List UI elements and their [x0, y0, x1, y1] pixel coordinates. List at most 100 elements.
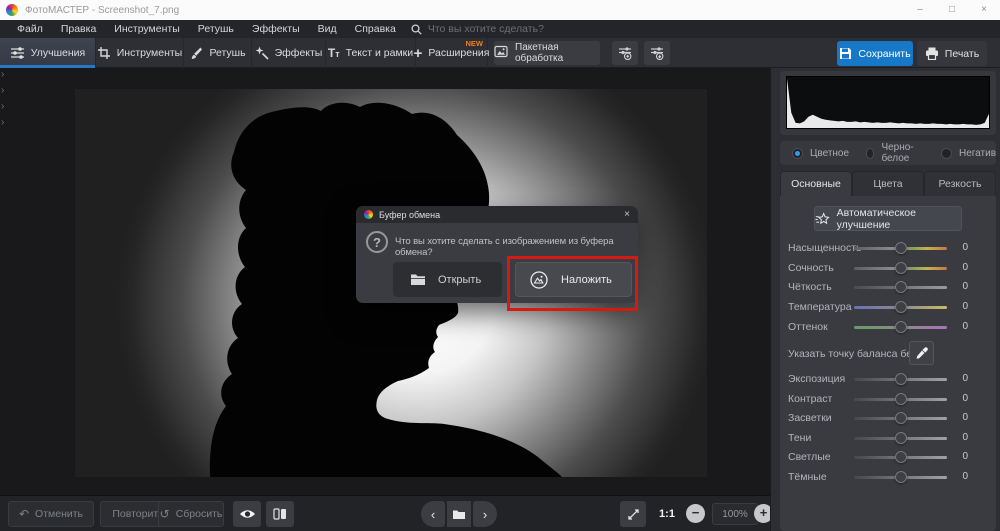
slider-knob[interactable] [895, 242, 907, 254]
toolbar: УлучшенияИнструменты Ретушь ЭффектыTтТекст… [0, 38, 1000, 68]
slider-track[interactable] [854, 306, 947, 309]
slider-value: 0 [962, 412, 968, 423]
menu-item-Инструменты[interactable]: Инструменты [105, 20, 188, 38]
slider-knob[interactable] [895, 471, 907, 483]
menu-item-Эффекты[interactable]: Эффекты [243, 20, 309, 38]
open-folder-button[interactable] [447, 501, 471, 527]
print-label: Печать [945, 48, 979, 60]
tab-Эффекты[interactable]: Эффекты [252, 38, 326, 68]
batch-processing-button[interactable]: Пакетная обработка [494, 41, 600, 65]
zoom-1to1-button[interactable]: 1:1 [652, 501, 682, 527]
slider-knob[interactable] [895, 321, 907, 333]
slider-track[interactable] [854, 456, 947, 459]
search-icon [411, 24, 422, 35]
slider-track[interactable] [854, 247, 947, 250]
slider-knob[interactable] [895, 412, 907, 424]
tab-Расширения[interactable]: +РасширенияNEW [416, 38, 488, 68]
menu-search[interactable]: Что вы хотите сделать? [411, 23, 544, 35]
open-folder-icon [410, 273, 426, 286]
mode-label: Черно-белое [881, 142, 924, 164]
slider-track[interactable] [854, 378, 947, 381]
prev-photo-button[interactable]: ‹ [421, 501, 445, 527]
slider-knob[interactable] [895, 373, 907, 385]
slider-knob[interactable] [895, 281, 907, 293]
auto-enhance-label: Автоматическое улучшение [837, 207, 961, 231]
slider-Светлые: Светлые0 [780, 447, 996, 467]
show-original-button[interactable] [233, 501, 261, 527]
add-preset-button[interactable] [612, 41, 638, 65]
tab-Инструменты[interactable]: Инструменты [96, 38, 184, 68]
left-chevron-1: › [1, 86, 4, 96]
radio-dot-icon [866, 148, 874, 159]
slider-knob[interactable] [895, 301, 907, 313]
slider-track[interactable] [854, 417, 947, 420]
next-photo-button[interactable]: › [473, 501, 497, 527]
slider-track[interactable] [854, 267, 947, 270]
slider-label: Контраст [788, 393, 832, 405]
slider-value: 0 [962, 451, 968, 462]
menu-item-Правка[interactable]: Правка [52, 20, 105, 38]
menu-item-Справка[interactable]: Справка [346, 20, 405, 38]
window-title: ФотоМАСТЕР - Screenshot_7.png [25, 5, 179, 16]
new-badge: NEW [466, 39, 484, 48]
dialog-message: Что вы хотите сделать с изображением из … [395, 236, 633, 258]
menu-item-Вид[interactable]: Вид [309, 20, 346, 38]
redo-label: Повторить [112, 508, 163, 520]
slider-Засветки: Засветки0 [780, 408, 996, 428]
slider-track[interactable] [854, 326, 947, 329]
slider-value: 0 [962, 301, 968, 312]
left-chevron-0: › [1, 70, 4, 80]
undo-button[interactable]: ↶ Отменить [8, 501, 94, 527]
dialog-open-button[interactable]: Открыть [393, 262, 502, 297]
tab-label: Ретушь [209, 47, 245, 59]
reset-button[interactable]: ↺ Сбросить [158, 501, 224, 527]
slider-track[interactable] [854, 286, 947, 289]
tab-Улучшения[interactable]: Улучшения [0, 38, 96, 68]
slider-knob[interactable] [895, 432, 907, 444]
close-button[interactable]: × [968, 0, 1000, 20]
left-panel-chevrons[interactable]: ›››› [1, 70, 4, 128]
slider-label: Сочность [788, 262, 834, 274]
zoom-ratio-label: 1:1 [659, 508, 675, 520]
panel-tab-Цвета[interactable]: Цвета [852, 171, 924, 196]
wand-icon [255, 46, 269, 60]
batch-image-icon [494, 45, 508, 61]
slider-track[interactable] [854, 476, 947, 479]
menu-item-Ретушь[interactable]: Ретушь [189, 20, 243, 38]
dialog-titlebar: Буфер обмена × [356, 206, 638, 223]
search-placeholder: Что вы хотите сделать? [428, 23, 544, 35]
dialog-open-label: Открыть [438, 274, 481, 286]
slider-Сочность: Сочность0 [780, 258, 996, 278]
mode-radio-Черно-белое[interactable]: Черно-белое [866, 142, 924, 164]
slider-knob[interactable] [895, 451, 907, 463]
mode-label: Цветное [810, 148, 849, 159]
mode-radio-Негатив[interactable]: Негатив [941, 148, 996, 159]
fit-to-screen-button[interactable] [620, 501, 646, 527]
save-button[interactable]: Сохранить [837, 41, 913, 66]
white-balance-eyedropper-button[interactable] [909, 341, 934, 365]
panel-tab-Основные[interactable]: Основные [780, 171, 852, 196]
undo-icon: ↶ [19, 507, 29, 521]
slider-value: 0 [962, 471, 968, 482]
menu-item-Файл[interactable]: Файл [8, 20, 52, 38]
mode-radio-Цветное[interactable]: Цветное [792, 148, 849, 159]
panel-tab-Резкость[interactable]: Резкость [924, 171, 996, 196]
maximize-button[interactable]: □ [936, 0, 968, 20]
tab-Текст и рамки[interactable]: TтТекст и рамки [326, 38, 416, 68]
before-after-compare-button[interactable] [266, 501, 294, 527]
tab-label: Текст и рамки [346, 47, 414, 59]
minimize-button[interactable]: – [904, 0, 936, 20]
slider-value: 0 [962, 281, 968, 292]
tab-Ретушь[interactable]: Ретушь [184, 38, 252, 68]
print-button[interactable]: Печать [917, 41, 987, 66]
slider-knob[interactable] [895, 262, 907, 274]
zoom-out-button[interactable]: − [686, 504, 705, 523]
dialog-close-button[interactable]: × [616, 206, 638, 223]
export-preset-button[interactable] [644, 41, 670, 65]
auto-enhance-button[interactable]: Автоматическое улучшение [814, 206, 962, 231]
slider-knob[interactable] [895, 393, 907, 405]
slider-track[interactable] [854, 437, 947, 440]
brush-icon [189, 46, 203, 60]
zoom-level-value: 100% [712, 503, 758, 525]
slider-track[interactable] [854, 398, 947, 401]
